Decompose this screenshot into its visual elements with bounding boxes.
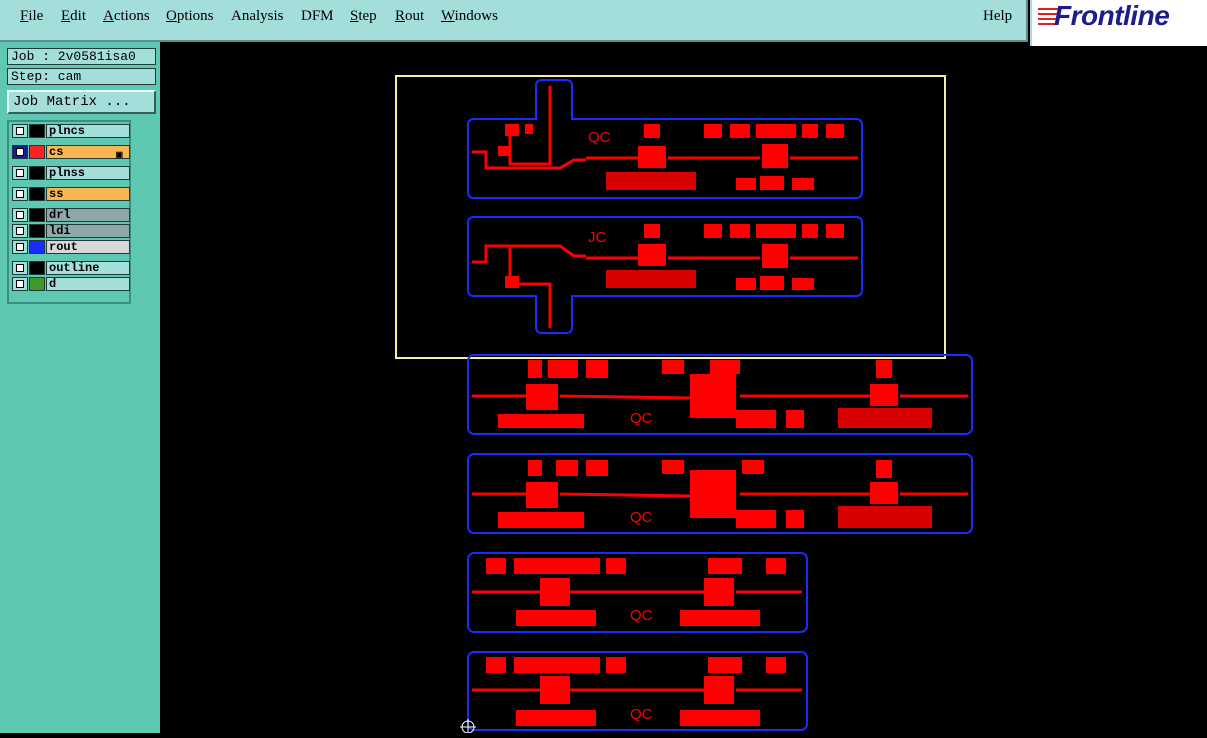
layer-row-plncs[interactable]: plncs bbox=[12, 124, 130, 138]
qc-label-1: QC bbox=[588, 129, 611, 146]
qc-label-5: QC bbox=[630, 607, 653, 624]
frontline-logo: Frontline bbox=[1030, 0, 1207, 46]
checkbox-box-icon bbox=[16, 264, 24, 272]
checkbox-box-icon bbox=[16, 127, 24, 135]
menu-analysis[interactable]: Analysis bbox=[231, 8, 284, 25]
menu-actions[interactable]: Actions bbox=[103, 8, 150, 25]
menu-help[interactable]: Help bbox=[983, 8, 1012, 25]
layer-row-plnss[interactable]: plnss bbox=[12, 166, 130, 180]
menu-windows[interactable]: Windows bbox=[441, 8, 498, 25]
checkbox-box-icon bbox=[16, 169, 24, 177]
layer-checkbox[interactable] bbox=[12, 124, 28, 138]
layer-name[interactable]: d bbox=[46, 277, 130, 291]
layer-row-outline[interactable]: outline bbox=[12, 261, 130, 275]
layer-panel: plncs cs ▣ plnss ss drl ldi rout outline d bbox=[7, 120, 131, 304]
layer-name[interactable]: drl bbox=[46, 208, 130, 222]
board-4-copper bbox=[472, 460, 968, 528]
layer-name[interactable]: rout bbox=[46, 240, 130, 254]
layer-color-swatch[interactable] bbox=[29, 145, 45, 159]
checkbox-box-icon bbox=[16, 190, 24, 198]
qc-label-4: QC bbox=[630, 509, 653, 526]
layer-checkbox[interactable] bbox=[12, 208, 28, 222]
layer-color-swatch[interactable] bbox=[29, 208, 45, 222]
job-matrix-button[interactable]: Job Matrix ... bbox=[7, 90, 156, 114]
layer-checkbox[interactable] bbox=[12, 240, 28, 254]
checkbox-box-icon bbox=[16, 280, 24, 288]
layer-name[interactable]: ss bbox=[46, 187, 130, 201]
graphics-canvas[interactable]: QC JC QC QC QC QC bbox=[160, 46, 1207, 734]
qc-label-2: JC bbox=[588, 229, 607, 246]
checkbox-box-icon bbox=[16, 211, 24, 219]
layer-name[interactable]: ldi bbox=[46, 224, 130, 238]
layer-color-swatch[interactable] bbox=[29, 240, 45, 254]
pcb-panel-drawing: QC JC QC QC QC QC bbox=[395, 75, 973, 734]
layer-color-swatch[interactable] bbox=[29, 166, 45, 180]
layer-name[interactable]: outline bbox=[46, 261, 130, 275]
board-1-copper bbox=[472, 86, 858, 190]
layer-checkbox[interactable] bbox=[12, 277, 28, 291]
layer-row-drl[interactable]: drl bbox=[12, 208, 130, 222]
board-2-copper bbox=[472, 224, 858, 328]
checkbox-box-icon bbox=[16, 243, 24, 251]
checkbox-box-icon bbox=[16, 227, 24, 235]
layer-checkbox[interactable] bbox=[12, 166, 28, 180]
menu-rout[interactable]: Rout bbox=[395, 8, 424, 25]
layer-checkbox[interactable] bbox=[12, 187, 28, 201]
qc-label-3: QC bbox=[630, 410, 653, 427]
layer-row-cs[interactable]: cs ▣ bbox=[12, 145, 130, 160]
checkbox-box-icon bbox=[16, 148, 24, 156]
layer-color-swatch[interactable] bbox=[29, 277, 45, 291]
layer-color-swatch[interactable] bbox=[29, 124, 45, 138]
qc-label-6: QC bbox=[630, 706, 653, 723]
layer-color-swatch[interactable] bbox=[29, 187, 45, 201]
active-layer-icon: ▣ bbox=[115, 151, 123, 160]
menu-dfm[interactable]: DFM bbox=[301, 8, 334, 25]
layer-row-ldi[interactable]: ldi bbox=[12, 224, 130, 238]
step-label: Step: cam bbox=[7, 68, 156, 85]
layer-row-rout[interactable]: rout bbox=[12, 240, 130, 254]
layer-name[interactable]: plncs bbox=[46, 124, 130, 138]
board-3-copper bbox=[472, 360, 968, 428]
layer-checkbox[interactable] bbox=[12, 261, 28, 275]
layer-color-swatch[interactable] bbox=[29, 261, 45, 275]
layer-name[interactable]: plnss bbox=[46, 166, 130, 180]
sidebar: Job : 2v0581isa0 Step: cam Job Matrix ..… bbox=[0, 42, 160, 733]
layer-color-swatch[interactable] bbox=[29, 224, 45, 238]
layer-row-d[interactable]: d bbox=[12, 277, 130, 291]
menu-bar: File Edit Actions Options Analysis DFM Step Rou… bbox=[0, 0, 1028, 42]
menu-file[interactable]: File bbox=[20, 8, 43, 25]
menu-step[interactable]: Step bbox=[350, 8, 377, 25]
layer-row-ss[interactable]: ss bbox=[12, 187, 130, 201]
layer-checkbox[interactable] bbox=[12, 145, 28, 159]
layer-checkbox[interactable] bbox=[12, 224, 28, 238]
menu-options[interactable]: Options bbox=[166, 8, 214, 25]
job-label: Job : 2v0581isa0 bbox=[7, 48, 156, 65]
layer-name[interactable]: cs ▣ bbox=[46, 145, 130, 160]
menu-edit[interactable]: Edit bbox=[61, 8, 86, 25]
logo-text: Frontline bbox=[1054, 0, 1170, 31]
